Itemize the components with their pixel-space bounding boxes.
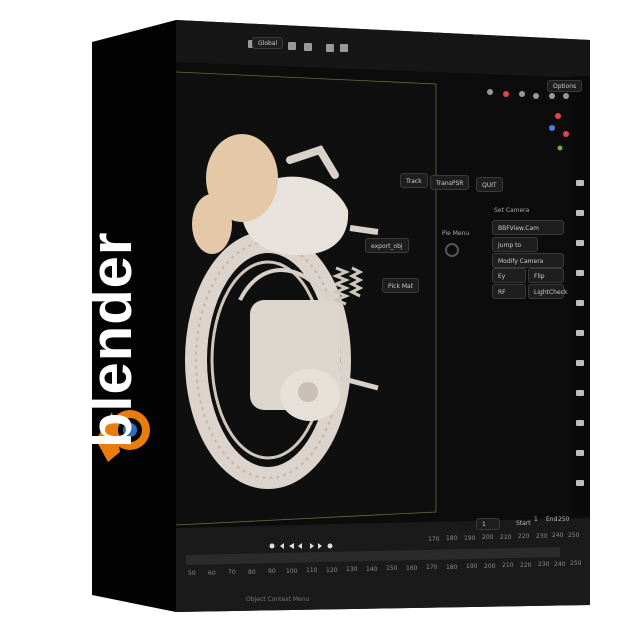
pick-mat-button[interactable]: Pick Mat: [382, 278, 420, 293]
gizmo-z-icon: [549, 125, 555, 131]
ruler-lower-16: 210: [502, 562, 514, 569]
ruler-lower-4: 90: [268, 568, 276, 575]
ruler-lower-8: 130: [346, 566, 358, 573]
ruler-lower-10: 150: [386, 565, 398, 572]
software-box: blender Global Options Pie Menu Track Tr…: [0, 0, 630, 630]
ruler-upper-3: 200: [482, 534, 494, 541]
export-button[interactable]: export_obj: [365, 238, 409, 253]
ruler-lower-3: 80: [248, 569, 256, 576]
camera-item-rf[interactable]: RF: [492, 284, 526, 299]
ruler-upper-2: 190: [464, 535, 476, 542]
ruler-upper-0: 170: [428, 536, 440, 543]
context-menu-label: Object Context Menu: [246, 596, 310, 603]
ruler-upper-7: 240: [552, 532, 564, 539]
options-button[interactable]: Options: [547, 80, 583, 92]
gizmo-y-icon: [563, 131, 569, 137]
ruler-lower-5: 100: [286, 568, 298, 575]
ruler-upper-4: 210: [500, 534, 512, 541]
camera-item-ey[interactable]: Ey: [492, 268, 526, 283]
camera-panel-title: Set Camera: [494, 207, 530, 214]
camera-item-jump[interactable]: Jump to: [492, 237, 538, 252]
ruler-lower-17: 220: [520, 562, 532, 569]
camera-item-modify[interactable]: Modify Camera: [492, 253, 564, 268]
current-frame-field[interactable]: 1: [476, 518, 500, 530]
ruler-lower-15: 200: [484, 563, 496, 570]
gizmo-green-icon: [557, 145, 563, 151]
ruler-lower-18: 230: [538, 561, 550, 568]
ruler-upper-8: 250: [568, 532, 580, 539]
ruler-lower-20: 250: [570, 560, 582, 567]
ruler-lower-13: 180: [446, 564, 458, 571]
gizmo-x-icon: [555, 113, 561, 119]
ruler-lower-12: 170: [426, 564, 438, 571]
ruler-lower-9: 140: [366, 566, 378, 573]
ruler-lower-14: 190: [466, 563, 478, 570]
ruler-lower-2: 70: [228, 569, 236, 576]
ruler-lower-19: 240: [554, 561, 566, 568]
ruler-lower-6: 110: [306, 567, 318, 574]
transform-button[interactable]: TransPSR: [430, 175, 470, 190]
ruler-lower-0: 50: [188, 570, 196, 577]
pie-menu-title: Pie Menu: [442, 230, 470, 237]
orientation-dropdown[interactable]: Global: [252, 37, 284, 49]
ruler-lower-11: 160: [406, 565, 418, 572]
end-value[interactable]: 250: [558, 516, 569, 523]
camera-item-flip[interactable]: Flip: [528, 268, 564, 283]
ruler-lower-1: 60: [208, 570, 216, 577]
ruler-upper-1: 180: [446, 535, 458, 542]
ruler-upper-6: 230: [536, 533, 548, 540]
ruler-upper-5: 220: [518, 533, 530, 540]
track-button[interactable]: Track: [400, 173, 428, 188]
blender-wordmark: blender: [79, 231, 144, 449]
start-label: Start: [516, 520, 531, 527]
ruler-lower-7: 120: [326, 567, 338, 574]
camera-item-lightcheck[interactable]: LightCheck: [528, 284, 567, 299]
quit-button[interactable]: QUIT: [476, 177, 503, 192]
camera-item-view-cam[interactable]: BBFView.Cam: [492, 220, 564, 235]
end-label: End: [546, 516, 558, 523]
start-value[interactable]: 1: [534, 516, 538, 523]
